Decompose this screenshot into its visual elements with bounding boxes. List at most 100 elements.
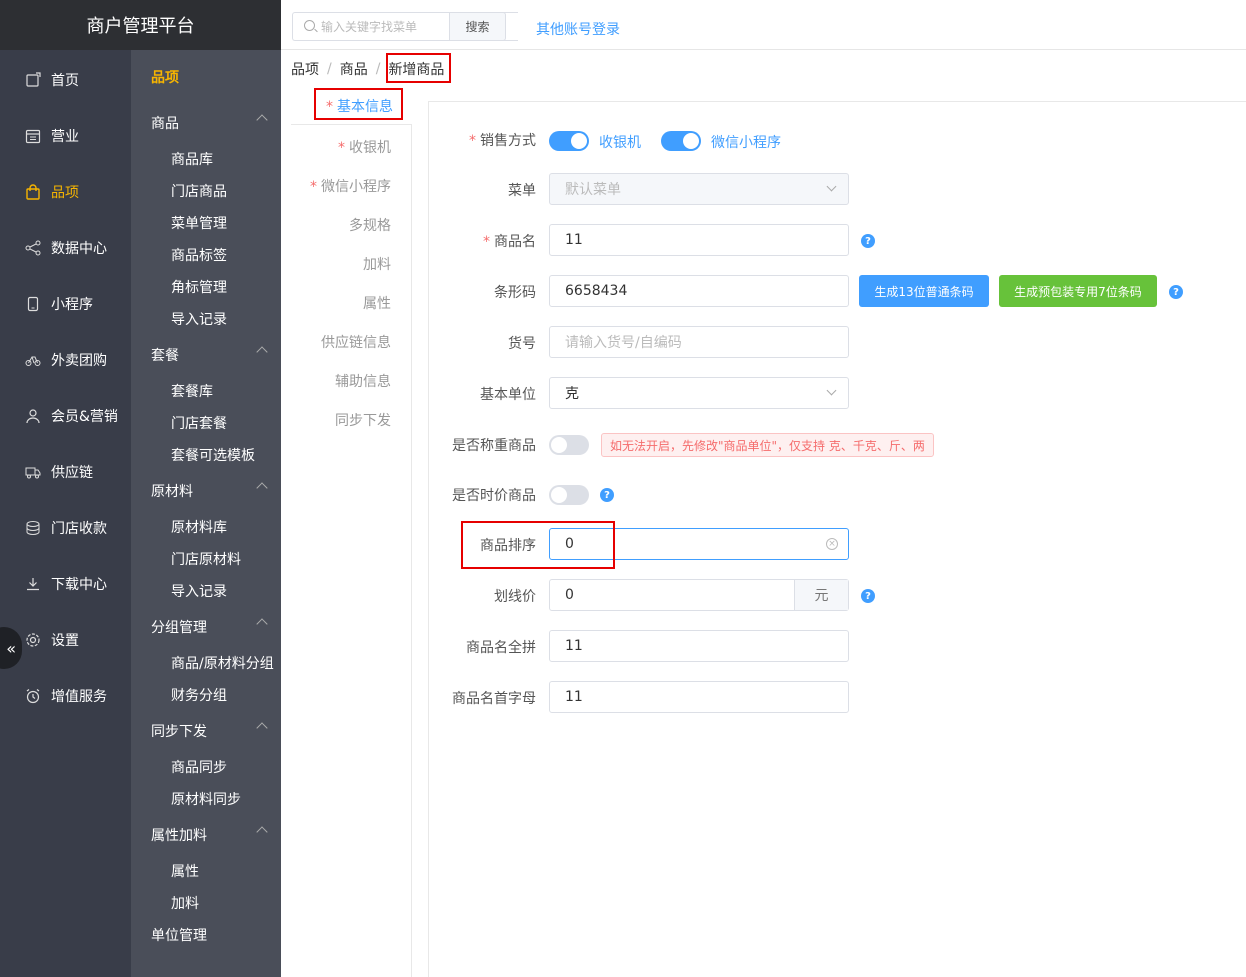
subnav-link[interactable]: 门店商品	[171, 181, 227, 201]
nav-label: 增值服务	[51, 689, 107, 705]
nav-label: 小程序	[51, 297, 93, 313]
subnav-link[interactable]: 财务分组	[171, 685, 227, 705]
subnav-link[interactable]: 门店原材料	[171, 549, 241, 569]
sub-nav: 品项 商品 商品库 门店商品 菜单管理 商品标签 角标管理 导入记录 套餐 套餐…	[131, 50, 281, 977]
market-price-toggle[interactable]	[549, 485, 589, 505]
section-tabs: * 收银机 * 微信小程序 多规格 加料 属性 供应链信息 辅助信息 同步下发	[291, 124, 412, 977]
nav-item-business[interactable]: 营业	[0, 108, 131, 164]
help-icon[interactable]: ?	[861, 234, 875, 248]
breadcrumb-item[interactable]: 商品	[340, 59, 368, 79]
item-no-input[interactable]: 请输入货号/自编码	[549, 326, 849, 358]
subnav-link[interactable]: 角标管理	[171, 277, 227, 297]
subnav-link[interactable]: 商品库	[171, 149, 213, 169]
subnav-link[interactable]: 加料	[171, 893, 199, 913]
label-text: 销售方式	[480, 133, 536, 149]
subnav-link[interactable]: 原材料同步	[171, 789, 241, 809]
tab-sync[interactable]: 同步下发	[335, 410, 391, 430]
help-icon[interactable]: ?	[861, 589, 875, 603]
subnav-link[interactable]: 门店套餐	[171, 413, 227, 433]
market-price-label: 是否时价商品	[452, 488, 536, 504]
home-icon	[24, 71, 42, 89]
weighed-toggle[interactable]	[549, 435, 589, 455]
coins-icon	[24, 519, 42, 537]
group-label: 同步下发	[151, 724, 207, 740]
nav-item-home[interactable]: 首页	[0, 52, 131, 108]
nav-item-member[interactable]: 会员&营销	[0, 388, 131, 444]
other-account-login-link[interactable]: 其他账号登录	[536, 19, 620, 39]
subnav-link[interactable]: 商品同步	[171, 757, 227, 777]
clear-icon[interactable]: ×	[826, 538, 838, 550]
weighed-hint: 如无法开启，先修改"商品单位"，仅支持 克、千克、斤、两	[601, 433, 934, 457]
tab-pos[interactable]: * 收银机	[338, 137, 391, 157]
subnav-link[interactable]: 套餐库	[171, 381, 213, 401]
tab-addons[interactable]: 加料	[363, 254, 391, 274]
brand-title: 商户管理平台	[0, 0, 281, 50]
subnav-group-grouping[interactable]: 分组管理	[151, 617, 271, 637]
nav-label: 外卖团购	[51, 353, 107, 369]
group-label: 分组管理	[151, 620, 207, 636]
subnav-link[interactable]: 商品/原材料分组	[171, 653, 274, 673]
menu-label: 菜单	[508, 183, 536, 199]
subnav-group-sync[interactable]: 同步下发	[151, 721, 271, 741]
nav-item-products[interactable]: 品项	[0, 164, 131, 220]
nav-item-download[interactable]: 下载中心	[0, 556, 131, 612]
subnav-link[interactable]: 商品标签	[171, 245, 227, 265]
download-icon	[24, 575, 42, 593]
top-bar: 搜索 其他账号登录	[281, 0, 1246, 50]
required-star: *	[310, 179, 317, 195]
nav-label: 门店收款	[51, 521, 107, 537]
alarm-icon	[24, 687, 42, 705]
tab-auxiliary[interactable]: 辅助信息	[335, 371, 391, 391]
pinyin-full-input[interactable]: 11	[549, 630, 849, 662]
subnav-title: 品项	[151, 70, 179, 86]
nav-item-delivery[interactable]: 外卖团购	[0, 332, 131, 388]
tab-multi-spec[interactable]: 多规格	[349, 215, 391, 235]
pinyin-initial-input[interactable]: 11	[549, 681, 849, 713]
search-button[interactable]: 搜索	[449, 12, 506, 41]
subnav-link[interactable]: 导入记录	[171, 309, 227, 329]
select-value: 默认菜单	[565, 182, 621, 198]
tab-wechat-mini[interactable]: * 微信小程序	[310, 176, 391, 196]
nav-label: 供应链	[51, 465, 93, 481]
pos-toggle[interactable]	[549, 131, 589, 151]
nav-item-store-payment[interactable]: 门店收款	[0, 500, 131, 556]
help-icon[interactable]: ?	[1169, 285, 1183, 299]
nav-item-data-center[interactable]: 数据中心	[0, 220, 131, 276]
subnav-link[interactable]: 导入记录	[171, 581, 227, 601]
nav-label: 下载中心	[51, 577, 107, 593]
calendar-icon	[24, 127, 42, 145]
nav-item-supply-chain[interactable]: 供应链	[0, 444, 131, 500]
breadcrumb-separator: /	[375, 61, 381, 77]
nav-label: 品项	[51, 185, 79, 201]
product-name-label: * 商品名	[483, 231, 536, 251]
nav-item-mini-program[interactable]: 小程序	[0, 276, 131, 332]
subnav-link[interactable]: 套餐可选模板	[171, 445, 255, 465]
subnav-group-combo[interactable]: 套餐	[151, 345, 271, 365]
generate-7-barcode-button[interactable]: 生成预包装专用7位条码	[999, 275, 1157, 307]
subnav-link[interactable]: 菜单管理	[171, 213, 227, 233]
tab-supply-chain[interactable]: 供应链信息	[321, 332, 391, 352]
tab-attributes[interactable]: 属性	[363, 293, 391, 313]
subnav-group-products[interactable]: 商品	[151, 113, 271, 133]
subnav-link[interactable]: 原材料库	[171, 517, 227, 537]
group-label: 原材料	[151, 484, 193, 500]
nav-item-value-added[interactable]: 增值服务	[0, 668, 131, 724]
strike-price-input[interactable]: 0元	[549, 579, 849, 611]
toggle-knob	[571, 133, 587, 149]
user-icon	[24, 407, 42, 425]
subnav-group-materials[interactable]: 原材料	[151, 481, 271, 501]
subnav-group-attributes[interactable]: 属性加料	[151, 825, 271, 845]
wechat-mini-toggle[interactable]	[661, 131, 701, 151]
product-name-input[interactable]: 11	[549, 224, 849, 256]
phone-icon	[24, 295, 42, 313]
highlight-box-sort	[461, 521, 615, 569]
barcode-input[interactable]: 6658434	[549, 275, 849, 307]
subnav-unit-management[interactable]: 单位管理	[151, 925, 271, 945]
left-nav: 首页 营业 品项 数据中心 小程序 外卖团购 会员&营销 供应链 门店收款 下载…	[0, 0, 131, 977]
breadcrumb-item[interactable]: 品项	[291, 59, 319, 79]
truck-icon	[24, 463, 42, 481]
generate-13-barcode-button[interactable]: 生成13位普通条码	[859, 275, 989, 307]
subnav-link[interactable]: 属性	[171, 861, 199, 881]
unit-select[interactable]: 克	[549, 377, 849, 409]
help-icon[interactable]: ?	[600, 488, 614, 502]
